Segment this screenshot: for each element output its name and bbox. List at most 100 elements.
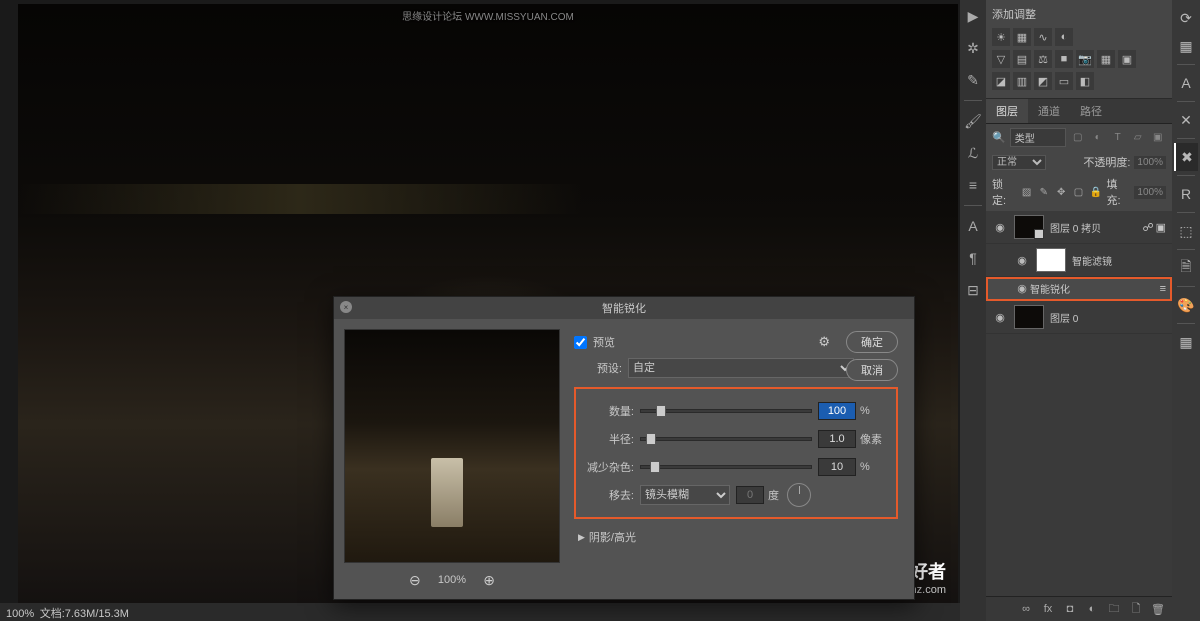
- filter-smart-icon[interactable]: ▣: [1150, 130, 1166, 146]
- visibility-icon[interactable]: ◉: [992, 311, 1008, 324]
- new-layer-icon[interactable]: 🗋: [1128, 601, 1144, 617]
- adj-curves-icon[interactable]: ∿: [1034, 28, 1052, 46]
- angle-input[interactable]: 0: [736, 486, 764, 504]
- filter-adj-icon[interactable]: ◐: [1090, 130, 1106, 146]
- shadows-highlights-accordion[interactable]: ▶ 阴影/高光: [574, 519, 898, 547]
- adj-vibrance-icon[interactable]: ▽: [992, 50, 1010, 68]
- cancel-button[interactable]: 取消: [846, 359, 898, 381]
- notes-icon[interactable]: 🗎: [1174, 254, 1198, 282]
- new-adj-icon[interactable]: ◐: [1084, 601, 1100, 617]
- adj-poster-icon[interactable]: ▥: [1013, 72, 1031, 90]
- layer-thumbnail[interactable]: [1014, 305, 1044, 329]
- angle-dial[interactable]: [787, 483, 811, 507]
- r-pro-icon[interactable]: R: [1174, 180, 1198, 208]
- tab-channels[interactable]: 通道: [1028, 99, 1070, 123]
- filter-badge-icon[interactable]: ▣: [1156, 221, 1166, 234]
- zoom-out-icon[interactable]: ⊖: [406, 571, 424, 589]
- clone-icon[interactable]: ℒ: [961, 141, 985, 165]
- adj-lut-icon[interactable]: ▣: [1118, 50, 1136, 68]
- remove-select[interactable]: 镜头模糊: [640, 485, 730, 505]
- layers-tree: ◉ 图层 0 拷贝 ☍▣ ◉ 智能滤镜 ◉ 智能锐化 ≡ ◉: [986, 211, 1172, 596]
- link-icon[interactable]: ☍: [1142, 221, 1153, 234]
- play-icon[interactable]: ▶: [961, 4, 985, 28]
- ok-button[interactable]: 确定: [846, 331, 898, 353]
- char-panel-icon[interactable]: A: [1174, 69, 1198, 97]
- lock-pixels-icon[interactable]: ▨: [1020, 185, 1033, 199]
- adj-balance-icon[interactable]: ⚖: [1034, 50, 1052, 68]
- adjustments-title: 添加调整: [992, 4, 1166, 28]
- filter-settings-icon[interactable]: ≡: [1160, 283, 1166, 295]
- layers-bottom-bar: ∞ fx ◘ ◐ 🗀 🗋 🗑: [986, 596, 1172, 621]
- dialog-preview[interactable]: [344, 329, 560, 563]
- filter-image-icon[interactable]: ▢: [1070, 130, 1086, 146]
- 3d-icon[interactable]: ⬚: [1174, 217, 1198, 245]
- adj-gradmap-icon[interactable]: ▭: [1055, 72, 1073, 90]
- preset-select[interactable]: 自定: [628, 358, 854, 378]
- smart-sharpen-dialog: × 智能锐化 ⊖ 100% ⊕ 预览 ⚙ 确定 预设: 自定 取消: [333, 296, 915, 600]
- noise-slider[interactable]: [640, 465, 812, 469]
- blend-mode-select[interactable]: 正常: [992, 155, 1046, 170]
- tab-layers[interactable]: 图层: [986, 99, 1028, 123]
- lock-artboard-icon[interactable]: ▢: [1072, 185, 1085, 199]
- noise-input[interactable]: 10: [818, 458, 856, 476]
- swatches-icon[interactable]: ▦: [1174, 32, 1198, 60]
- trash-icon[interactable]: 🗑: [1150, 601, 1166, 617]
- dialog-titlebar[interactable]: × 智能锐化: [334, 297, 914, 319]
- layer-row-smart-sharpen[interactable]: ◉ 智能锐化 ≡: [986, 277, 1172, 301]
- history-icon[interactable]: ⟳: [1174, 4, 1198, 32]
- radius-input[interactable]: 1.0: [818, 430, 856, 448]
- zoom-level[interactable]: 100%: [438, 574, 466, 586]
- lock-brush-icon[interactable]: ✎: [1037, 185, 1050, 199]
- layer-row[interactable]: ◉ 图层 0 拷贝 ☍▣: [986, 211, 1172, 244]
- lock-all-icon[interactable]: 🔒: [1089, 185, 1102, 199]
- gear-icon[interactable]: ⚙: [818, 334, 830, 350]
- visibility-icon[interactable]: ◉: [992, 221, 1008, 234]
- paragraph-icon[interactable]: ¶: [961, 246, 985, 270]
- adj-levels-icon[interactable]: ▦: [1013, 28, 1031, 46]
- visibility-icon[interactable]: ◉: [1014, 254, 1030, 267]
- adj-bw-icon[interactable]: ■: [1055, 50, 1073, 68]
- compass-icon[interactable]: ✲: [961, 36, 985, 60]
- mask-icon[interactable]: ◘: [1062, 601, 1078, 617]
- status-bar: 100% 文档:7.63M/15.3M: [0, 603, 960, 621]
- layer-row[interactable]: ◉ 智能滤镜: [986, 244, 1172, 277]
- adj-invert-icon[interactable]: ◪: [992, 72, 1010, 90]
- close-icon[interactable]: ×: [340, 301, 352, 313]
- preview-checkbox[interactable]: [574, 336, 587, 349]
- lock-move-icon[interactable]: ✥: [1055, 185, 1068, 199]
- opacity-value[interactable]: 100%: [1134, 156, 1166, 169]
- pen-icon[interactable]: ✎: [961, 68, 985, 92]
- mask-thumbnail[interactable]: [1036, 248, 1066, 272]
- fx-icon[interactable]: fx: [1040, 601, 1056, 617]
- zoom-in-icon[interactable]: ⊕: [480, 571, 498, 589]
- glyphs-icon[interactable]: ⊟: [961, 278, 985, 302]
- adj-photofilter-icon[interactable]: 📷: [1076, 50, 1094, 68]
- filter-shape-icon[interactable]: ▱: [1130, 130, 1146, 146]
- adj-selcolor-icon[interactable]: ◧: [1076, 72, 1094, 90]
- close-panel-icon[interactable]: ✖: [1174, 143, 1198, 171]
- adj-threshold-icon[interactable]: ◩: [1034, 72, 1052, 90]
- adj-exposure-icon[interactable]: ◐: [1055, 28, 1073, 46]
- visibility-icon[interactable]: ◉: [1014, 282, 1030, 295]
- group-icon[interactable]: 🗀: [1106, 601, 1122, 617]
- layer-type-filter[interactable]: 类型: [1010, 128, 1066, 147]
- ruler-icon[interactable]: ≡: [961, 173, 985, 197]
- brush-icon[interactable]: 🖌: [961, 109, 985, 133]
- fill-value[interactable]: 100%: [1134, 186, 1166, 199]
- character-a-icon[interactable]: A: [961, 214, 985, 238]
- link-layers-icon[interactable]: ∞: [1018, 601, 1034, 617]
- amount-input[interactable]: 100: [818, 402, 856, 420]
- layer-row[interactable]: ◉ 图层 0: [986, 301, 1172, 334]
- color-icon[interactable]: 🎨: [1174, 291, 1198, 319]
- amount-slider[interactable]: [640, 409, 812, 413]
- layer-thumbnail[interactable]: [1014, 215, 1044, 239]
- radius-slider[interactable]: [640, 437, 812, 441]
- tab-paths[interactable]: 路径: [1070, 99, 1112, 123]
- grid-icon[interactable]: ▦: [1174, 328, 1198, 356]
- filter-text-icon[interactable]: T: [1110, 130, 1126, 146]
- adj-mixer-icon[interactable]: ▦: [1097, 50, 1115, 68]
- adj-hue-icon[interactable]: ▤: [1013, 50, 1031, 68]
- tools-icon[interactable]: ✕: [1174, 106, 1198, 134]
- right-column: ▶ ✲ ✎ 🖌 ℒ ≡ A ¶ ⊟ 添加调整 ☀ ▦ ∿ ◐ ▽ ▤ ⚖ ■ 📷: [960, 0, 1200, 621]
- adj-brightness-icon[interactable]: ☀: [992, 28, 1010, 46]
